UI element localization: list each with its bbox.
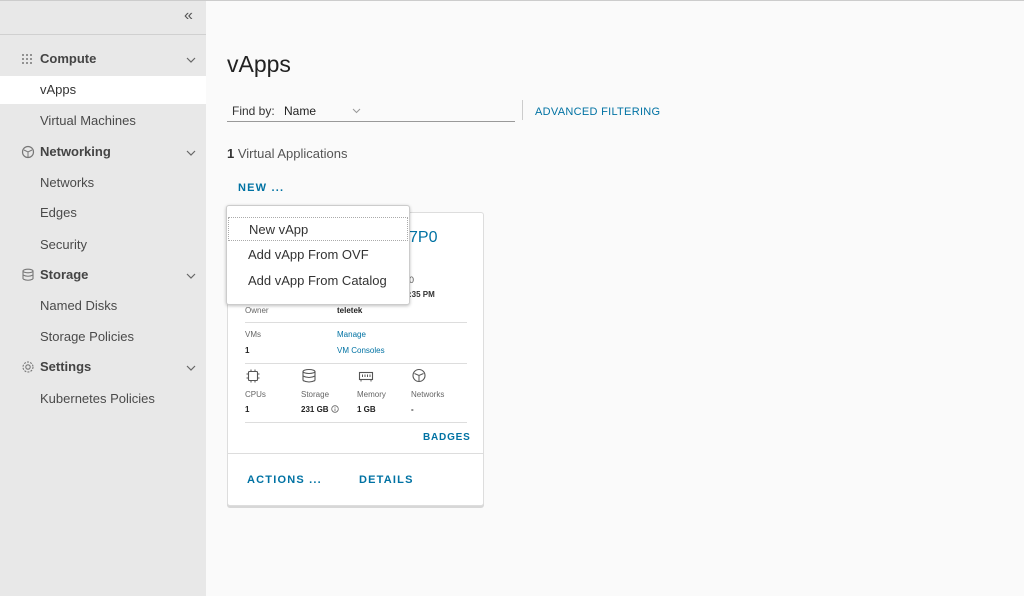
gear-icon bbox=[22, 361, 34, 373]
sidebar-item-storage-policies[interactable]: Storage Policies bbox=[0, 323, 206, 351]
storage-icon bbox=[302, 368, 316, 383]
nav-group-settings[interactable]: Settings bbox=[0, 352, 206, 382]
nav-group-storage[interactable]: Storage bbox=[0, 260, 206, 290]
menu-item-new-vapp[interactable]: New vApp bbox=[228, 217, 408, 241]
filter-divider bbox=[522, 100, 523, 120]
new-dropdown-menu: New vApp Add vApp From OVF Add vApp From… bbox=[226, 205, 410, 305]
networks-value: - bbox=[411, 405, 414, 414]
sidebar-item-edges[interactable]: Edges bbox=[0, 199, 206, 227]
sidebar-item-security[interactable]: Security bbox=[0, 231, 206, 259]
nav-group-label: Storage bbox=[40, 267, 89, 282]
menu-item-add-vapp-from-catalog[interactable]: Add vApp From Catalog bbox=[228, 269, 408, 293]
page-title: vApps bbox=[227, 51, 291, 77]
owner-value: teletek bbox=[337, 306, 363, 315]
chevron-down-icon bbox=[186, 273, 196, 279]
result-count: 1 Virtual Applications bbox=[227, 146, 347, 161]
divider bbox=[245, 322, 467, 323]
find-by-select[interactable]: Find by: Name bbox=[227, 100, 515, 122]
advanced-filtering-link[interactable]: ADVANCED FILTERING bbox=[535, 106, 660, 118]
card-footer-divider bbox=[228, 453, 483, 454]
storage-value: 231 GB bbox=[301, 405, 339, 414]
divider bbox=[245, 363, 467, 364]
vapp-card-created-time: :35 PM bbox=[409, 290, 435, 299]
chevron-down-icon bbox=[186, 57, 196, 63]
new-button[interactable]: NEW ... bbox=[238, 182, 284, 194]
details-button[interactable]: DETAILS bbox=[359, 474, 414, 486]
nav-group-label: Settings bbox=[40, 359, 92, 374]
sidebar: « Compute vApps Virtual Machines Network… bbox=[0, 0, 206, 596]
storage-label: Storage bbox=[301, 390, 330, 399]
sidebar-item-virtual-machines[interactable]: Virtual Machines bbox=[0, 107, 206, 135]
vms-label: VMs bbox=[245, 330, 261, 339]
network-icon bbox=[21, 145, 35, 159]
memory-label: Memory bbox=[357, 390, 386, 399]
sidebar-item-vapps[interactable]: vApps bbox=[0, 76, 206, 104]
sidebar-item-networks[interactable]: Networks bbox=[0, 169, 206, 197]
sidebar-divider bbox=[0, 34, 206, 35]
storage-value-text: 231 GB bbox=[301, 405, 329, 414]
collapse-sidebar-icon[interactable]: « bbox=[184, 7, 200, 25]
chevron-down-icon[interactable] bbox=[352, 106, 361, 115]
result-count-number: 1 bbox=[227, 146, 235, 161]
find-by-value[interactable]: Name bbox=[284, 104, 316, 118]
chevron-down-icon bbox=[186, 365, 196, 371]
cpus-label: CPUs bbox=[245, 390, 266, 399]
storage-icon bbox=[22, 268, 34, 281]
badges-link[interactable]: BADGES bbox=[423, 432, 471, 443]
main-content: vApps Find by: Name ADVANCED FILTERING 1… bbox=[206, 0, 1024, 596]
vms-value: 1 bbox=[245, 346, 250, 355]
info-icon[interactable] bbox=[331, 405, 339, 413]
sidebar-item-kubernetes-policies[interactable]: Kubernetes Policies bbox=[0, 385, 206, 413]
result-count-text: Virtual Applications bbox=[237, 146, 348, 161]
cpu-icon bbox=[246, 369, 260, 383]
nav-group-networking[interactable]: Networking bbox=[0, 137, 206, 167]
vapp-card-title[interactable]: 7P0 bbox=[409, 229, 437, 247]
menu-item-add-vapp-from-ovf[interactable]: Add vApp From OVF bbox=[228, 243, 408, 267]
memory-icon bbox=[358, 371, 374, 382]
grid-icon bbox=[22, 54, 32, 64]
nav-group-label: Networking bbox=[40, 144, 111, 159]
cpus-value: 1 bbox=[245, 405, 250, 414]
find-by-label: Find by: bbox=[232, 104, 275, 118]
actions-button[interactable]: ACTIONS ... bbox=[247, 474, 322, 486]
divider bbox=[245, 422, 467, 423]
vm-consoles-link[interactable]: VM Consoles bbox=[337, 346, 385, 355]
sidebar-item-named-disks[interactable]: Named Disks bbox=[0, 292, 206, 320]
owner-label: Owner bbox=[245, 306, 269, 315]
chevron-down-icon bbox=[186, 150, 196, 156]
manage-link[interactable]: Manage bbox=[337, 330, 366, 339]
networks-label: Networks bbox=[411, 390, 445, 399]
memory-value: 1 GB bbox=[357, 405, 376, 414]
nav-group-compute[interactable]: Compute bbox=[0, 44, 206, 74]
nav-group-label: Compute bbox=[40, 51, 97, 66]
network-icon bbox=[412, 368, 426, 383]
